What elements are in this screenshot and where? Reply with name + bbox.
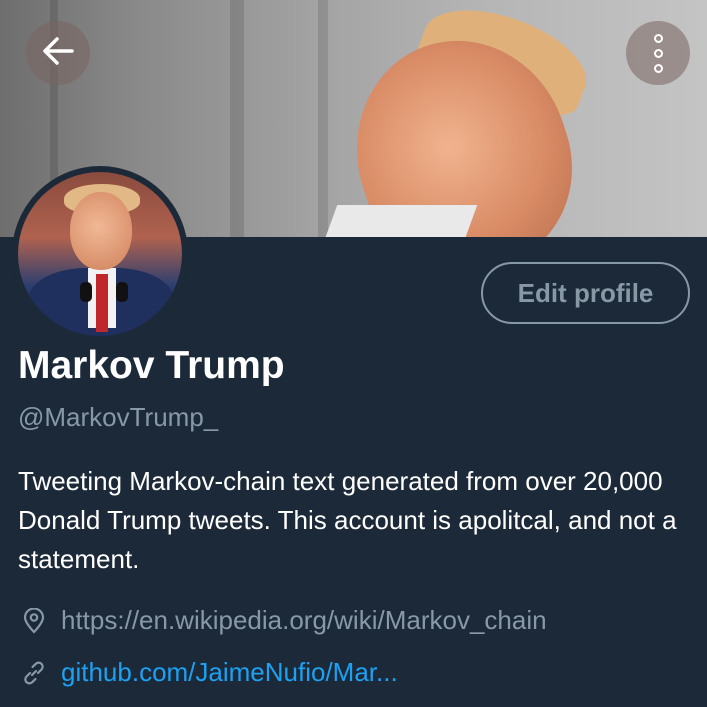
- banner-column: [318, 0, 328, 237]
- edit-profile-button[interactable]: Edit profile: [481, 262, 690, 324]
- banner-collar: [322, 205, 478, 237]
- display-name: Markov Trump: [18, 344, 285, 387]
- website-link[interactable]: github.com/JaimeNufio/Mar...: [61, 657, 398, 688]
- avatar[interactable]: [12, 166, 188, 342]
- more-options-button[interactable]: [626, 21, 690, 85]
- location-row: https://en.wikipedia.org/wiki/Markov_cha…: [20, 605, 547, 636]
- banner-column: [230, 0, 244, 237]
- arrow-left-icon: [41, 36, 75, 71]
- website-row: github.com/JaimeNufio/Mar...: [20, 657, 398, 688]
- location-pin-icon: [20, 607, 48, 635]
- avatar-image: [18, 172, 182, 336]
- link-icon: [20, 659, 48, 687]
- back-button[interactable]: [26, 21, 90, 85]
- profile-bio: Tweeting Markov-chain text generated fro…: [18, 466, 677, 574]
- more-vertical-icon: [653, 33, 663, 73]
- user-handle: @MarkovTrump_: [18, 402, 219, 432]
- profile-page: Edit profile Markov Trump @MarkovTrump_ …: [0, 0, 707, 707]
- location-text: https://en.wikipedia.org/wiki/Markov_cha…: [61, 605, 547, 635]
